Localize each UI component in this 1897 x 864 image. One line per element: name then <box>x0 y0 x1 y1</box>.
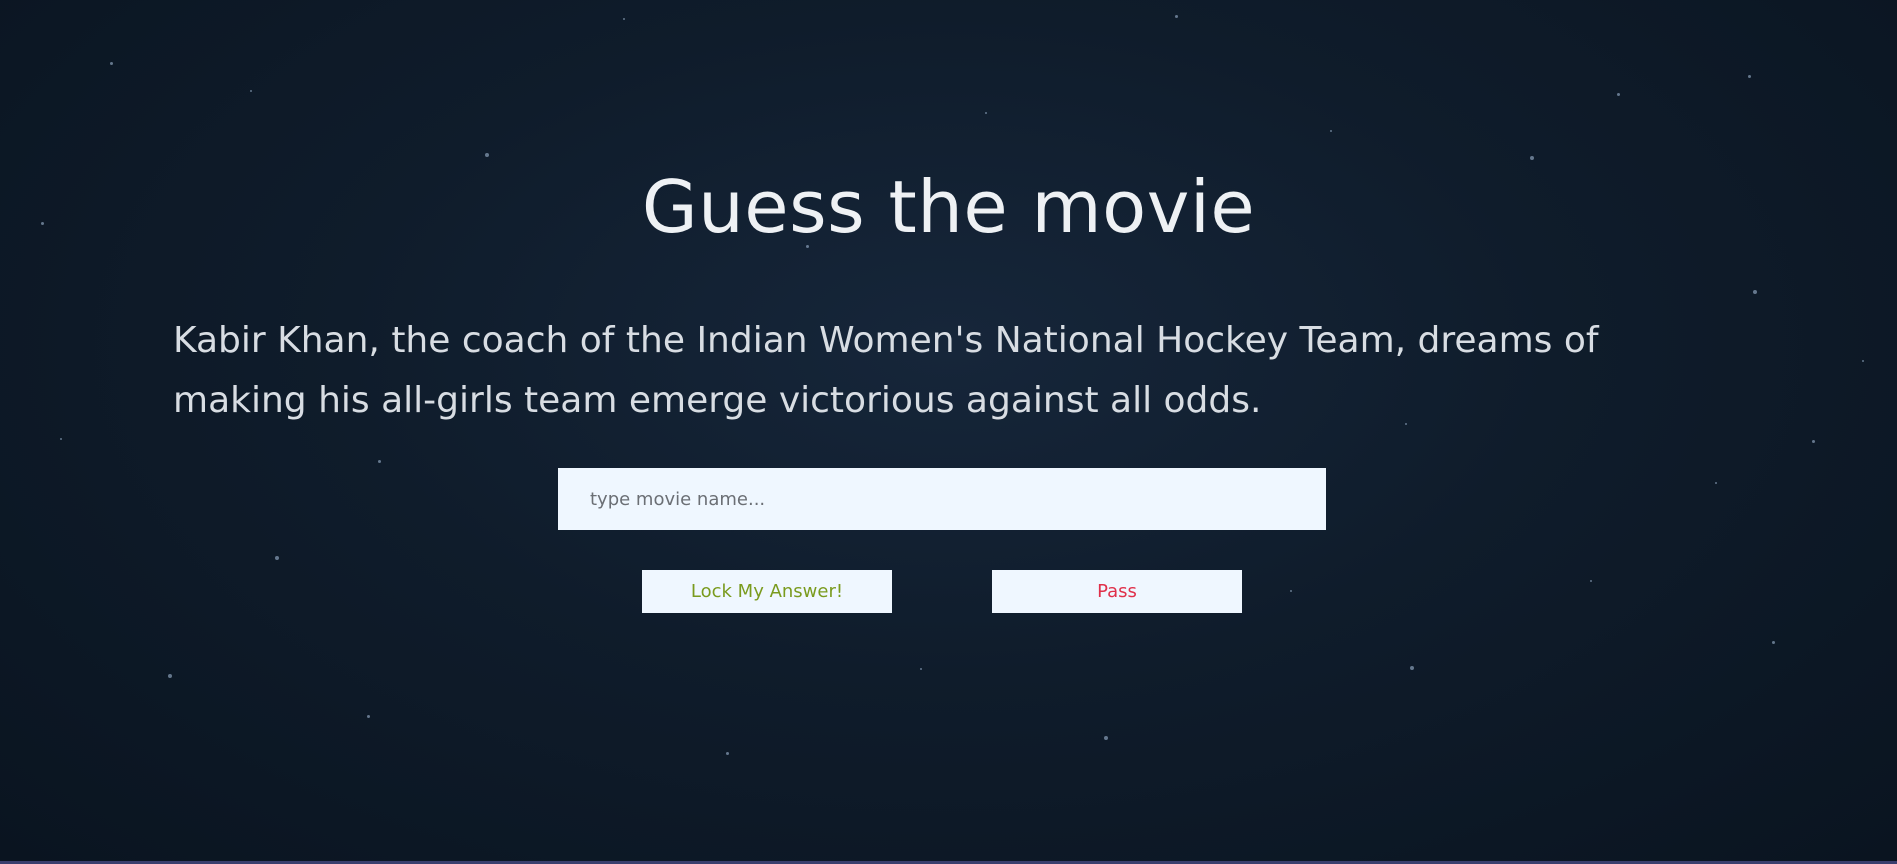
movie-clue: Kabir Khan, the coach of the Indian Wome… <box>173 320 1599 421</box>
pass-button[interactable]: Pass <box>992 570 1242 613</box>
lock-answer-button[interactable]: Lock My Answer! <box>642 570 892 613</box>
movie-name-input[interactable] <box>558 468 1326 530</box>
game-container: Guess the movie Kabir Khan, the coach of… <box>0 0 1897 864</box>
page-title: Guess the movie <box>641 165 1256 249</box>
